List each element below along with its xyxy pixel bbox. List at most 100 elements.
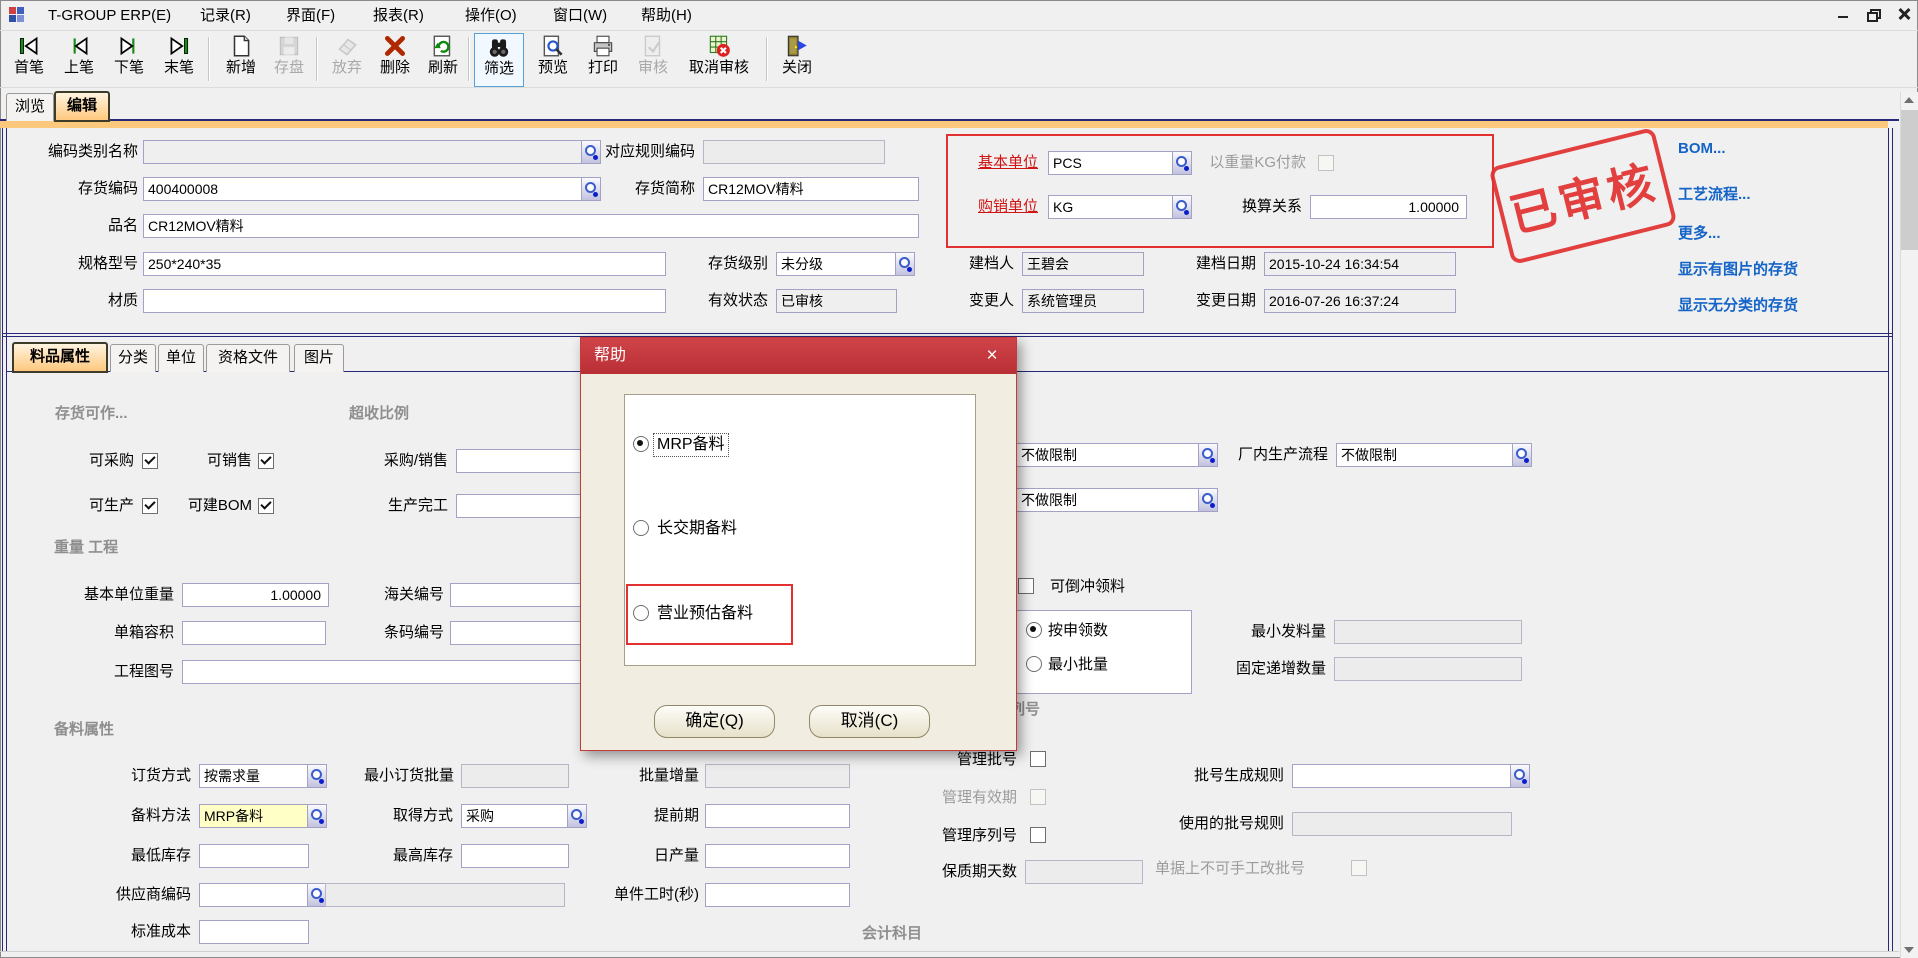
menu-operation[interactable]: 操作(O) xyxy=(465,6,517,26)
dialog-close-icon[interactable]: × xyxy=(981,345,1003,367)
scroll-up-button[interactable] xyxy=(1901,92,1918,108)
lead-time-field[interactable] xyxy=(705,804,850,828)
backflush-checkbox[interactable] xyxy=(1018,578,1034,594)
lookup-icon[interactable] xyxy=(307,884,326,906)
restriction-combo-2[interactable]: 不做限制 xyxy=(1016,488,1218,512)
scrollbar-thumb[interactable] xyxy=(1901,110,1918,250)
lookup-icon[interactable] xyxy=(1172,152,1191,174)
base-unit-combo[interactable]: PCS xyxy=(1048,151,1192,175)
long-leadtime-option[interactable]: 长交期备料 xyxy=(657,518,737,540)
supplier-combo[interactable] xyxy=(199,883,327,907)
mrp-prep-option[interactable]: MRP备料 xyxy=(654,434,728,456)
min-batch-radio[interactable] xyxy=(1026,656,1042,672)
mrp-prep-radio[interactable] xyxy=(633,436,649,452)
std-cost-field[interactable] xyxy=(199,920,309,944)
volume-field[interactable] xyxy=(182,621,326,645)
lookup-icon[interactable] xyxy=(307,805,326,827)
volume-label: 单箱容积 xyxy=(98,622,174,644)
menu-record[interactable]: 记录(R) xyxy=(200,6,251,26)
min-issue-label: 最小发料量 xyxy=(1234,621,1326,643)
batch-rule-combo[interactable] xyxy=(1292,764,1530,788)
order-mode-combo[interactable]: 按需求量 xyxy=(199,764,327,788)
filter-button[interactable]: 筛选 xyxy=(474,33,524,87)
tab-edit[interactable]: 编辑 xyxy=(54,91,110,122)
vertical-scrollbar[interactable] xyxy=(1900,92,1918,958)
over-production-label: 生产完工 xyxy=(372,495,448,517)
code-type-combo[interactable] xyxy=(143,140,601,164)
inv-code-combo[interactable]: 400400008 xyxy=(143,177,601,201)
lookup-icon[interactable] xyxy=(1198,444,1217,466)
lookup-icon[interactable] xyxy=(1198,489,1217,511)
lookup-icon[interactable] xyxy=(567,805,586,827)
restriction-combo-1[interactable]: 不做限制 xyxy=(1016,443,1218,467)
print-button[interactable]: 打印 xyxy=(580,33,626,85)
tab-category[interactable]: 分类 xyxy=(110,344,156,372)
new-button[interactable]: 新增 xyxy=(218,33,264,85)
show-unclassified-link[interactable]: 显示无分类的存货 xyxy=(1678,294,1798,315)
menu-tgroup-erp[interactable]: T-GROUP ERP(E) xyxy=(48,6,171,26)
first-record-icon xyxy=(16,33,42,59)
manage-batch-checkbox[interactable] xyxy=(1030,751,1046,767)
minimize-icon[interactable] xyxy=(1832,7,1854,25)
sellable-checkbox[interactable] xyxy=(258,453,274,469)
min-stock-field[interactable] xyxy=(199,844,309,868)
lookup-icon[interactable] xyxy=(1512,444,1531,466)
by-request-radio[interactable] xyxy=(1026,622,1042,638)
tab-image[interactable]: 图片 xyxy=(294,344,344,372)
daily-output-field[interactable] xyxy=(705,844,850,868)
unit-time-field[interactable] xyxy=(705,883,850,907)
tab-browse[interactable]: 浏览 xyxy=(6,93,54,121)
cancel-button[interactable]: 取消(C) xyxy=(809,705,930,738)
trade-unit-combo[interactable]: KG xyxy=(1048,195,1192,219)
tab-qualification[interactable]: 资格文件 xyxy=(206,344,290,372)
lookup-icon[interactable] xyxy=(581,178,600,200)
factory-flow-combo[interactable]: 不做限制 xyxy=(1336,443,1532,467)
tab-item-attributes[interactable]: 料品属性 xyxy=(12,342,108,373)
preview-button[interactable]: 预览 xyxy=(530,33,576,85)
menu-interface[interactable]: 界面(F) xyxy=(286,6,335,26)
long-leadtime-radio[interactable] xyxy=(633,520,649,536)
first-record-button[interactable]: 首笔 xyxy=(6,33,52,85)
next-record-icon xyxy=(116,33,142,59)
menu-help[interactable]: 帮助(H) xyxy=(641,6,692,26)
inv-abbr-field[interactable]: CR12MOV精料 xyxy=(703,177,919,201)
can-bom-checkbox[interactable] xyxy=(258,498,274,514)
ok-button[interactable]: 确定(Q) xyxy=(654,705,775,738)
name-field[interactable]: CR12MOV精料 xyxy=(143,214,919,238)
bom-link[interactable]: BOM... xyxy=(1678,140,1726,157)
delete-button[interactable]: 删除 xyxy=(372,33,418,85)
rule-code-label: 对应规则编码 xyxy=(595,141,695,163)
close-icon[interactable] xyxy=(1893,7,1915,25)
more-link[interactable]: 更多... xyxy=(1678,222,1721,243)
conversion-field[interactable]: 1.00000 xyxy=(1310,195,1467,219)
purchasable-checkbox[interactable] xyxy=(142,453,158,469)
lookup-icon[interactable] xyxy=(1172,196,1191,218)
scroll-down-button[interactable] xyxy=(1901,942,1918,958)
last-record-button[interactable]: 末笔 xyxy=(156,33,202,85)
material-field[interactable] xyxy=(143,289,666,313)
next-record-button[interactable]: 下笔 xyxy=(106,33,152,85)
process-flow-link[interactable]: 工艺流程... xyxy=(1678,183,1751,204)
producible-checkbox[interactable] xyxy=(142,498,158,514)
prep-method-combo[interactable]: MRP备料 xyxy=(199,804,327,828)
show-with-images-link[interactable]: 显示有图片的存货 xyxy=(1678,258,1798,279)
menu-report[interactable]: 报表(R) xyxy=(373,6,424,26)
manage-serial-checkbox[interactable] xyxy=(1030,827,1046,843)
close-form-button[interactable]: 关闭 xyxy=(774,33,820,85)
menu-window[interactable]: 窗口(W) xyxy=(553,6,607,26)
acquire-mode-combo[interactable]: 采购 xyxy=(461,804,587,828)
manage-expiry-label: 管理有效期 xyxy=(933,787,1017,809)
lookup-icon[interactable] xyxy=(307,765,326,787)
cancel-audit-button[interactable]: 取消审核 xyxy=(678,33,760,85)
tab-unit[interactable]: 单位 xyxy=(158,344,204,372)
lookup-icon[interactable] xyxy=(895,253,914,275)
spec-field[interactable]: 250*240*35 xyxy=(143,252,666,276)
max-stock-field[interactable] xyxy=(461,844,569,868)
restore-icon[interactable] xyxy=(1862,7,1884,25)
discard-icon xyxy=(334,33,360,59)
base-weight-field[interactable]: 1.00000 xyxy=(182,583,329,607)
level-combo[interactable]: 未分级 xyxy=(776,252,915,276)
prev-record-button[interactable]: 上笔 xyxy=(56,33,102,85)
lookup-icon[interactable] xyxy=(1510,765,1529,787)
refresh-button[interactable]: 刷新 xyxy=(420,33,466,85)
